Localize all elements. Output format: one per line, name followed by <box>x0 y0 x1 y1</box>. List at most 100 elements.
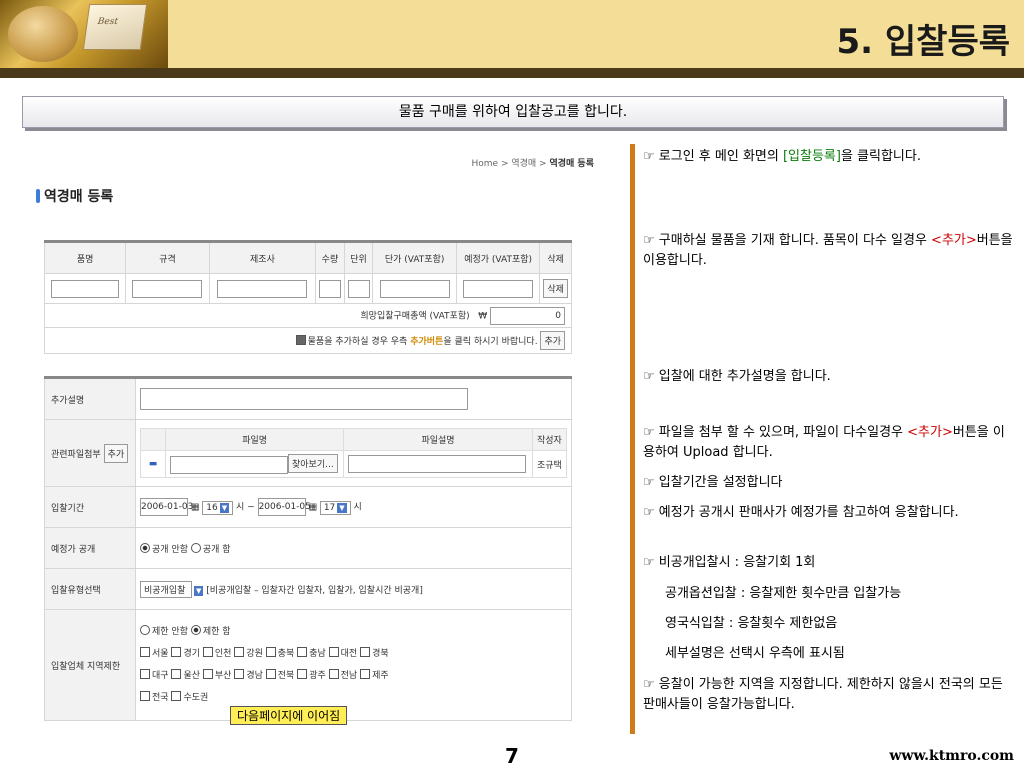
bid-type-select[interactable]: 비공개입찰 <box>140 580 192 598</box>
col-qty: 수량 <box>315 241 345 274</box>
region-checkbox[interactable] <box>171 647 182 657</box>
col-item-name: 품명 <box>43 241 127 274</box>
region-label-item: 대전 <box>340 649 358 659</box>
total-input[interactable]: 0 <box>490 306 565 325</box>
note-items-text: ☞ 구매하실 물품을 기재 합니다. 품목이 다수 일경우 <box>643 233 932 248</box>
end-date-input[interactable]: 2006-01-05 <box>257 498 311 516</box>
header-rule <box>0 68 1024 78</box>
reveal-yes-radio[interactable] <box>190 542 201 553</box>
region-checkbox[interactable] <box>171 669 182 679</box>
item-table-header: 품명 규격 제조사 수량 단위 단가 (VAT포함) 예정가 (VAT포함) 삭… <box>43 241 572 274</box>
file-table: 파일명 파일설명 작성자 ▬ 찾아보기... 조규택 <box>140 428 568 478</box>
extra-desc-textarea[interactable] <box>140 388 468 410</box>
reveal-no-label: 공개 안함 <box>152 544 188 555</box>
region-label-item: 제주 <box>372 671 389 681</box>
region-checkbox[interactable] <box>360 647 371 657</box>
end-calendar-icon[interactable]: ▦ <box>308 503 317 513</box>
region-checkbox[interactable] <box>140 691 150 701</box>
maker-input[interactable] <box>217 279 308 298</box>
unit-price-input[interactable] <box>379 279 450 298</box>
attach-label: 관련파일첨부 <box>51 449 101 460</box>
col-file-desc: 파일설명 <box>343 428 533 452</box>
attach-add-button[interactable]: 추가 <box>103 443 129 463</box>
region-checkbox[interactable] <box>297 647 308 657</box>
breadcrumb-section[interactable]: 역경매 <box>511 159 536 169</box>
col-file-name: 파일명 <box>164 428 345 452</box>
region-checkbox[interactable] <box>297 669 308 679</box>
note-reveal: ☞ 예정가 공개시 판매사가 예정가를 참고하여 응찰합니다. <box>643 505 959 520</box>
file-path-input[interactable] <box>170 455 288 474</box>
region-row-3: 전국 수도권 <box>140 687 567 709</box>
region-checkbox[interactable] <box>234 669 245 679</box>
region-label-item: 울산 <box>183 671 200 681</box>
start-date-input[interactable]: 2006-01-03 <box>140 498 193 516</box>
delete-button[interactable]: 삭제 <box>543 279 568 298</box>
browse-button[interactable]: 찾아보기... <box>288 454 338 474</box>
region-checkbox[interactable] <box>328 647 339 657</box>
region-label-item: 서울 <box>152 649 169 659</box>
item-row: 삭제 <box>43 273 572 304</box>
region-yes-radio[interactable] <box>190 625 201 635</box>
note-bullet-icon <box>295 335 306 345</box>
total-label: 희망입찰구매총액 (VAT포함) <box>360 311 470 321</box>
author-value: 조규택 <box>531 450 568 478</box>
qty-input[interactable] <box>318 279 341 298</box>
region-checkbox[interactable] <box>234 647 245 657</box>
note-type-english: 영국식입찰 : 응찰횟수 제한없음 <box>665 616 838 631</box>
col-spec: 규격 <box>125 241 210 274</box>
keycap-image: Best <box>82 4 148 50</box>
region-label-item: 대구 <box>152 671 169 681</box>
start-calendar-icon[interactable]: ▦ <box>191 503 200 513</box>
region-checkbox[interactable] <box>140 669 150 679</box>
add-row: 물품을 추가하실 경우 우측 추가버튼을 클릭 하시기 바랍니다. 추가 <box>44 327 572 354</box>
reveal-row: 예정가 공개 공개 안함 공개 함 <box>44 527 572 569</box>
start-hour-unit: 시 <box>235 502 245 513</box>
note-type: ☞ 비공개입찰시 : 응찰기회 1회 <box>643 555 816 570</box>
start-date-value: 2006-01-03 <box>141 502 194 512</box>
region-checkbox[interactable] <box>328 669 339 679</box>
region-checkbox[interactable] <box>265 647 276 657</box>
item-name-input[interactable] <box>51 279 120 298</box>
est-price-input[interactable] <box>463 279 534 298</box>
note-type-open: 공개옵션입찰 : 응찰제한 횟수만큼 입찰가능 <box>665 586 902 601</box>
reveal-no-radio[interactable] <box>140 542 150 553</box>
region-checkbox[interactable] <box>140 647 150 657</box>
currency-symbol: ₩ <box>478 311 488 321</box>
region-no-radio[interactable] <box>140 625 150 635</box>
form-screenshot: Home > 역경매 > 역경매 등록 역경매 등록 품명 규격 제조사 수량 … <box>28 150 600 730</box>
add-item-button[interactable]: 추가 <box>540 331 565 350</box>
add-note-text: 물품을 추가하실 경우 우측 <box>307 337 411 347</box>
spec-input[interactable] <box>132 279 203 298</box>
note-login-text: ☞ 로그인 후 메인 화면의 <box>643 149 783 164</box>
region-label-item: 경기 <box>183 649 200 659</box>
total-value: 0 <box>555 310 561 321</box>
type-row: 입찰유형선택 비공개입찰 ▼ [비공개입찰 – 입찰자간 입찰자, 입찰가, 입찰… <box>44 568 572 610</box>
col-est-price: 예정가 (VAT포함) <box>455 241 541 274</box>
start-hour-value: 16 <box>206 502 218 513</box>
footer-url[interactable]: www.ktmro.com <box>889 748 1014 764</box>
region-label-item: 전국 <box>152 693 169 703</box>
breadcrumb-home[interactable]: Home <box>472 159 499 169</box>
note-period: ☞ 입찰기간을 설정합니다 <box>643 475 783 490</box>
region-checkbox[interactable] <box>360 669 371 679</box>
reveal-label: 예정가 공개 <box>44 527 136 569</box>
region-checkbox[interactable] <box>202 669 213 679</box>
region-checkbox[interactable] <box>265 669 276 679</box>
col-author: 작성자 <box>531 428 568 452</box>
region-checkbox[interactable] <box>171 691 182 701</box>
subtitle-band: 물품 구매를 위하여 입찰공고를 합니다. <box>22 96 1004 128</box>
page-title: 역경매 등록 <box>36 186 113 206</box>
region-label-item: 인천 <box>214 649 232 659</box>
attach-row: 관련파일첨부 추가 파일명 파일설명 작성자 ▬ 찾아보기... 조규택 <box>44 419 572 487</box>
end-date-value: 2006-01-05 <box>258 502 311 512</box>
region-checkbox[interactable] <box>202 647 213 657</box>
file-desc-input[interactable] <box>348 455 527 473</box>
start-hour-chevron-icon: ▼ <box>219 502 230 513</box>
period-tilde: ~ <box>247 502 255 513</box>
end-hour-select[interactable]: 17 ▼ <box>319 500 351 515</box>
unit-input[interactable] <box>347 279 370 298</box>
region-label-item: 경북 <box>372 649 389 659</box>
col-unit: 단위 <box>343 241 374 274</box>
note-login-highlight: [입찰등록] <box>782 149 841 164</box>
start-hour-select[interactable]: 16 ▼ <box>202 500 234 515</box>
